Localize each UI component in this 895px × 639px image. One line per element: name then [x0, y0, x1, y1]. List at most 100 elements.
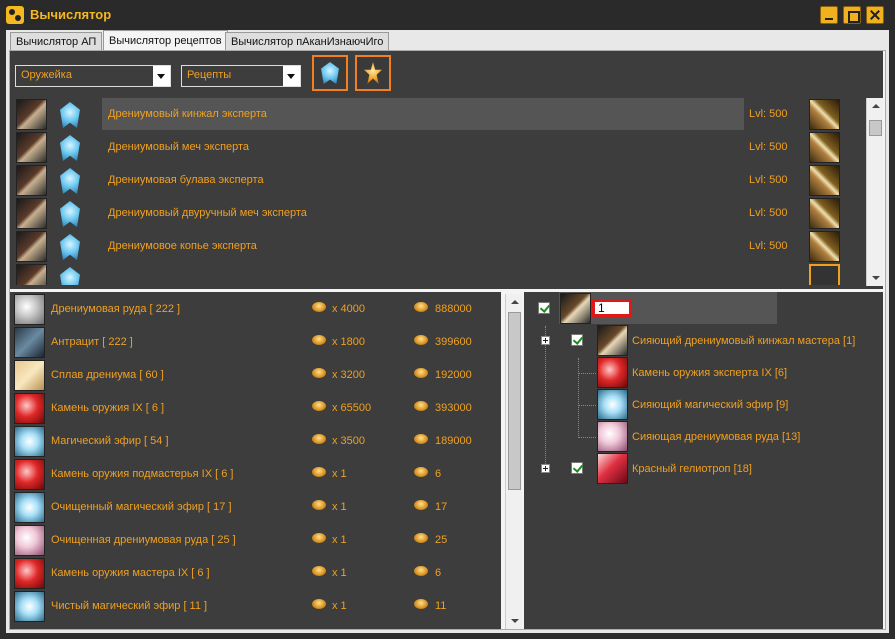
ether-icon — [14, 492, 45, 523]
type-select-value: Рецепты — [187, 69, 232, 81]
ether-icon — [14, 591, 45, 622]
recipe-calculator-page: Оружейка Рецепты Дрениумовый кинжал эксп… — [9, 50, 886, 630]
recipe-list: Дрениумовый кинжал эксперта Lvl: 500 Дре… — [14, 98, 866, 285]
recipe-row[interactable]: Дрениумовая булава эксперта Lvl: 500 — [14, 164, 866, 197]
material-name: Очищенный магический эфир [ 17 ] — [51, 501, 232, 513]
heliotrope-icon — [597, 453, 628, 484]
gem-icon — [14, 459, 45, 490]
mace-icon — [809, 165, 840, 196]
material-row[interactable]: Камень оружия мастера IX [ 6 ] x 1 6 — [10, 557, 501, 590]
material-row[interactable]: Дрениумовая руда [ 222 ] x 4000 888000 — [10, 293, 501, 326]
material-row[interactable]: Камень оружия IX [ 6 ] x 65500 393000 — [10, 392, 501, 425]
expand-icon[interactable] — [541, 336, 550, 345]
material-row[interactable]: Камень оружия подмастерья IX [ 6 ] x 1 6 — [10, 458, 501, 491]
coin-icon — [312, 434, 326, 444]
node-checkbox[interactable] — [571, 334, 583, 346]
material-total: 399600 — [435, 336, 472, 348]
recipe-list-scrollbar[interactable] — [866, 98, 883, 286]
window-title: Вычислятор — [30, 7, 112, 22]
type-select[interactable]: Рецепты — [181, 65, 301, 87]
coin-icon — [312, 335, 326, 345]
coin-icon — [414, 335, 428, 345]
chevron-down-icon[interactable] — [153, 66, 170, 86]
crest-icon — [54, 99, 85, 130]
material-name: Сплав дрениума [ 60 ] — [51, 369, 164, 381]
minimize-button[interactable] — [820, 6, 838, 24]
recipe-scroll-icon — [16, 132, 47, 163]
expand-icon[interactable] — [541, 464, 550, 473]
coin-icon — [312, 566, 326, 576]
material-row[interactable]: Сплав дрениума [ 60 ] x 3200 192000 — [10, 359, 501, 392]
material-quantity: x 1 — [332, 567, 347, 579]
app-logo-icon — [6, 6, 24, 24]
recipe-row[interactable]: Дрениумовый кинжал эксперта Lvl: 500 — [14, 98, 866, 131]
material-total: 17 — [435, 501, 448, 513]
maximize-button[interactable] — [843, 6, 861, 24]
two-handed-sword-icon — [809, 198, 840, 229]
sun-crest-filter-button[interactable] — [355, 55, 391, 91]
root-quantity-input[interactable] — [592, 299, 632, 317]
recipe-name: Дрениумовый кинжал эксперта — [102, 98, 744, 130]
crest-filter-button[interactable] — [312, 55, 348, 91]
scroll-down-icon[interactable] — [867, 270, 884, 286]
coin-icon — [414, 566, 428, 576]
recipe-row[interactable] — [14, 263, 866, 285]
material-row[interactable]: Магический эфир [ 54 ] x 3500 189000 — [10, 425, 501, 458]
tab-ap-calculator[interactable]: Вычислятор АП — [10, 32, 103, 50]
material-total: 11 — [435, 600, 447, 612]
category-select-value: Оружейка — [21, 69, 72, 81]
tree-node-label[interactable]: Сияющий магический эфир [9] — [632, 399, 788, 411]
recipe-name: Дрениумовый меч эксперта — [108, 141, 250, 153]
material-quantity: x 1 — [332, 501, 347, 513]
recipe-name: Дрениумовое копье эксперта — [108, 240, 257, 252]
coin-icon — [312, 401, 326, 411]
material-quantity: x 1 — [332, 534, 347, 546]
material-quantity: x 4000 — [332, 303, 366, 315]
material-row[interactable]: Очищенная дрениумовая руда [ 25 ] x 1 25 — [10, 524, 501, 557]
chevron-down-icon[interactable] — [283, 66, 300, 86]
scroll-thumb[interactable] — [869, 120, 882, 136]
recipe-row[interactable]: Дрениумовое копье эксперта Lvl: 500 — [14, 230, 866, 263]
scroll-up-icon[interactable] — [867, 98, 884, 114]
scroll-thumb[interactable] — [508, 312, 521, 490]
recipe-level: Lvl: 500 — [749, 240, 788, 252]
material-row[interactable]: Антрацит [ 222 ] x 1800 399600 — [10, 326, 501, 359]
scroll-up-icon[interactable] — [506, 294, 523, 310]
sword-icon — [809, 132, 840, 163]
material-total: 25 — [435, 534, 448, 546]
close-button[interactable] — [866, 6, 884, 24]
coin-icon — [312, 599, 326, 609]
category-select[interactable]: Оружейка — [15, 65, 171, 87]
material-total: 189000 — [435, 435, 472, 447]
recipe-tree-panel: Сияющий дрениумовый кинжал мастера [1] К… — [524, 292, 883, 629]
recipe-scroll-icon — [16, 198, 47, 229]
title-bar: Вычислятор — [0, 0, 895, 30]
recipe-row[interactable]: Дрениумовый двуручный меч эксперта Lvl: … — [14, 197, 866, 230]
tab-pakan-calculator[interactable]: Вычислятор пАканИзнаючИго — [225, 32, 390, 50]
coin-icon — [312, 302, 326, 312]
recipe-level: Lvl: 500 — [749, 108, 788, 120]
tree-node-label[interactable]: Сияющий дрениумовый кинжал мастера [1] — [632, 335, 855, 347]
recipe-row[interactable]: Дрениумовый меч эксперта Lvl: 500 — [14, 131, 866, 164]
tab-recipe-calculator[interactable]: Вычислятор рецептов — [103, 30, 228, 51]
coin-icon — [414, 467, 428, 477]
scroll-down-icon[interactable] — [506, 613, 523, 629]
material-name: Антрацит [ 222 ] — [51, 336, 133, 348]
tree-node-label[interactable]: Красный гелиотроп [18] — [632, 463, 752, 475]
crest-icon — [54, 198, 85, 229]
material-row[interactable]: Чистый магический эфир [ 11 ] x 1 11 — [10, 590, 501, 623]
recipe-name: Дрениумовый двуручный меч эксперта — [108, 207, 307, 219]
material-row[interactable]: Очищенный магический эфир [ 17 ] x 1 17 — [10, 491, 501, 524]
sun-crest-icon — [364, 62, 382, 84]
node-checkbox[interactable] — [571, 462, 583, 474]
material-name: Камень оружия подмастерья IX [ 6 ] — [51, 468, 234, 480]
ether-icon — [597, 389, 628, 420]
recipe-scroll-icon — [16, 165, 47, 196]
tree-node-label[interactable]: Камень оружия эксперта IX [6] — [632, 367, 787, 379]
root-checkbox[interactable] — [538, 302, 550, 314]
materials-scrollbar[interactable] — [505, 294, 522, 629]
gem-icon — [14, 558, 45, 589]
tree-connector — [578, 373, 596, 374]
material-name: Камень оружия мастера IX [ 6 ] — [51, 567, 210, 579]
tree-node-label[interactable]: Сияющая дрениумовая руда [13] — [632, 431, 800, 443]
